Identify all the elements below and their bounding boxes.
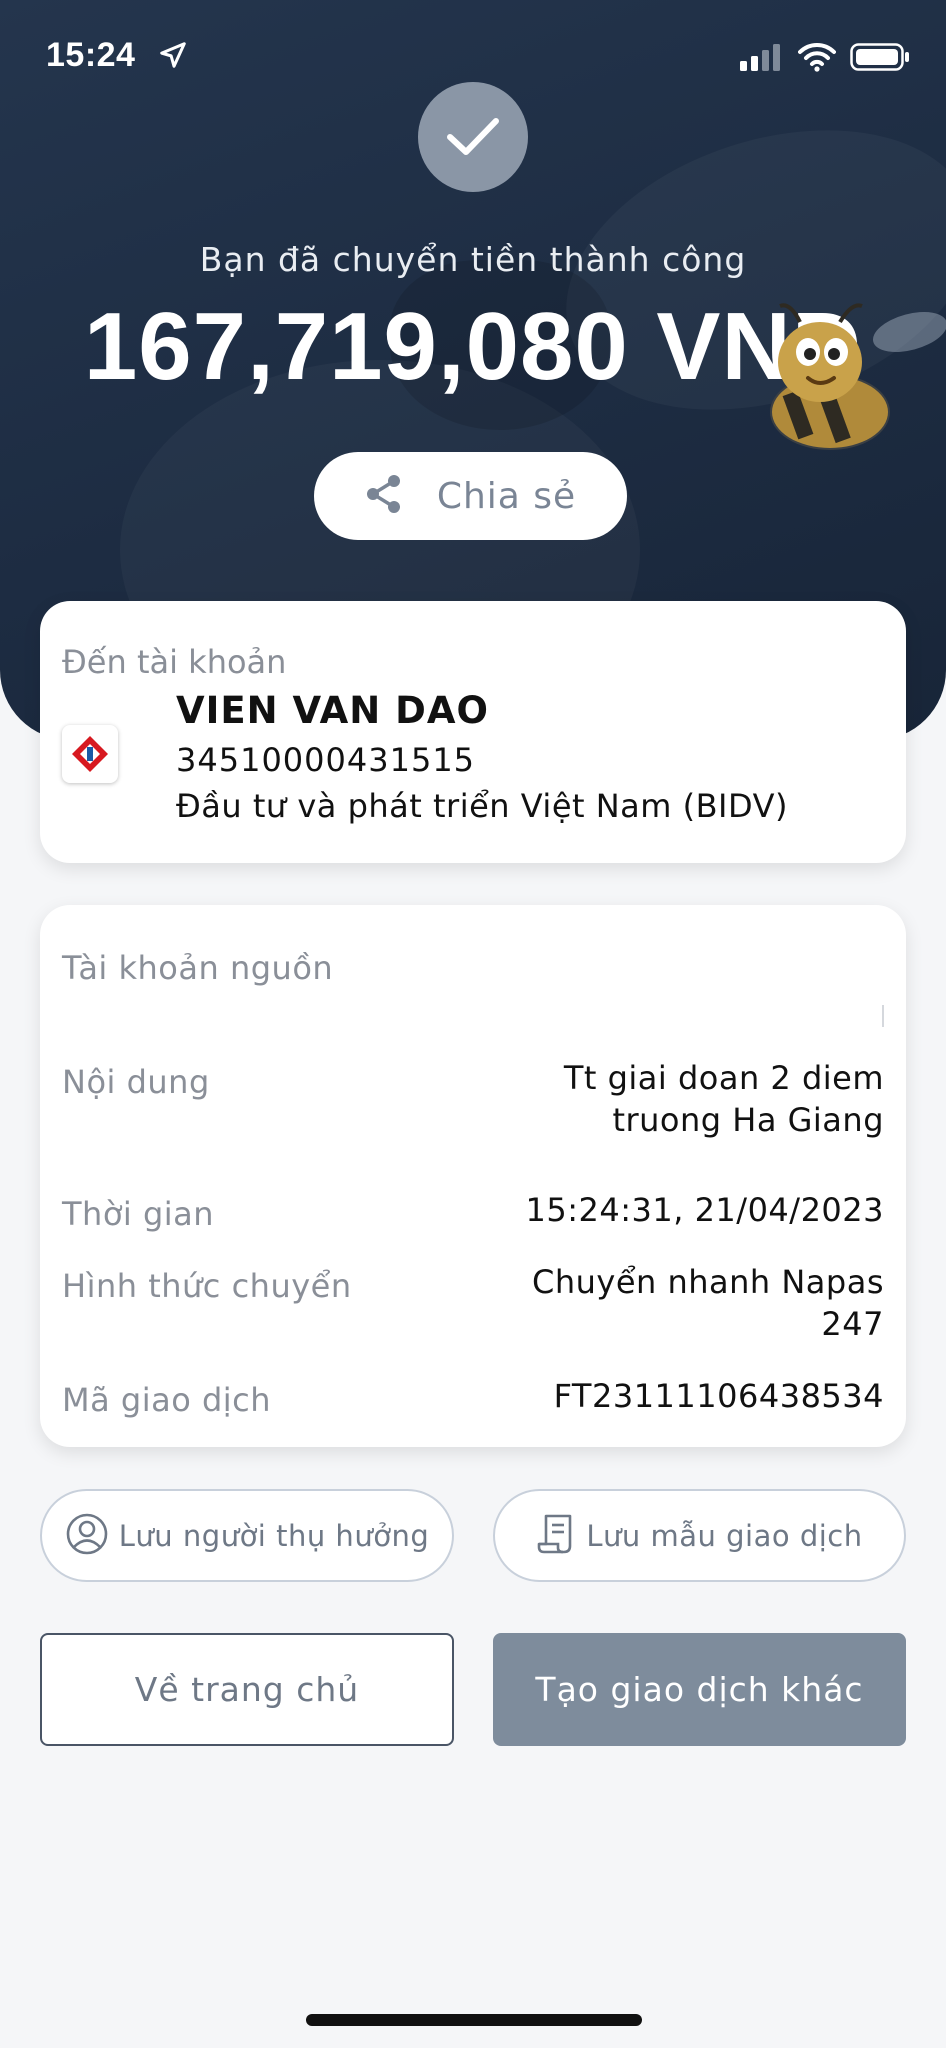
bee-mascot-icon bbox=[760, 292, 946, 456]
success-check-icon bbox=[418, 82, 528, 192]
share-button[interactable]: Chia sẻ bbox=[314, 452, 627, 540]
share-label: Chia sẻ bbox=[436, 475, 577, 517]
content-value: Tt giai doan 2 diem truong Ha Giang bbox=[564, 1057, 884, 1141]
receipt-icon bbox=[536, 1512, 576, 1560]
bidv-logo-icon bbox=[62, 725, 118, 783]
signal-icon bbox=[740, 43, 784, 75]
wifi-icon bbox=[798, 42, 836, 76]
share-icon bbox=[365, 474, 403, 518]
source-account-label: Tài khoản nguồn bbox=[62, 949, 334, 987]
user-circle-icon bbox=[65, 1512, 109, 1560]
transaction-id-label: Mã giao dịch bbox=[62, 1381, 272, 1419]
transaction-id-value: FT23111106438534 bbox=[553, 1377, 884, 1415]
success-message: Bạn đã chuyển tiền thành công bbox=[199, 240, 747, 279]
content-label: Nội dung bbox=[62, 1063, 210, 1101]
transfer-method-label: Hình thức chuyển bbox=[62, 1267, 352, 1305]
status-icons bbox=[740, 42, 910, 76]
save-beneficiary-label: Lưu người thụ hưởng bbox=[118, 1518, 430, 1553]
location-arrow-icon bbox=[158, 40, 188, 74]
recipient-name: VIEN VAN DAO bbox=[176, 689, 489, 732]
home-indicator[interactable] bbox=[306, 2014, 642, 2026]
save-template-button[interactable]: Lưu mẫu giao dịch bbox=[493, 1489, 906, 1582]
status-time: 15:24 bbox=[46, 36, 136, 74]
new-transaction-button[interactable]: Tạo giao dịch khác bbox=[493, 1633, 906, 1746]
recipient-bank-name: Đầu tư và phát triển Việt Nam (BIDV) bbox=[176, 787, 788, 825]
save-template-label: Lưu mẫu giao dịch bbox=[586, 1518, 863, 1553]
save-beneficiary-button[interactable]: Lưu người thụ hưởng bbox=[40, 1489, 454, 1582]
destination-account-card: Đến tài khoản VIEN VAN DAO 3451000043151… bbox=[40, 601, 906, 863]
recipient-account-number: 34510000431515 bbox=[176, 741, 476, 779]
transfer-method-line: Chuyển nhanh Napas bbox=[531, 1263, 884, 1301]
home-button[interactable]: Về trang chủ bbox=[40, 1633, 454, 1746]
destination-label: Đến tài khoản bbox=[62, 643, 287, 681]
transfer-method-value: Chuyển nhanh Napas 247 bbox=[532, 1261, 884, 1345]
transaction-details-card: Tài khoản nguồn Nội dung Tt giai doan 2 … bbox=[40, 905, 906, 1447]
transfer-method-line: 247 bbox=[821, 1305, 884, 1343]
content-value-line: Tt giai doan 2 diem bbox=[563, 1059, 884, 1097]
time-value: 15:24:31, 21/04/2023 bbox=[525, 1191, 884, 1229]
battery-icon bbox=[850, 42, 910, 76]
scroll-indicator bbox=[882, 1005, 884, 1027]
time-label: Thời gian bbox=[62, 1195, 215, 1233]
content-value-line: truong Ha Giang bbox=[612, 1101, 884, 1139]
